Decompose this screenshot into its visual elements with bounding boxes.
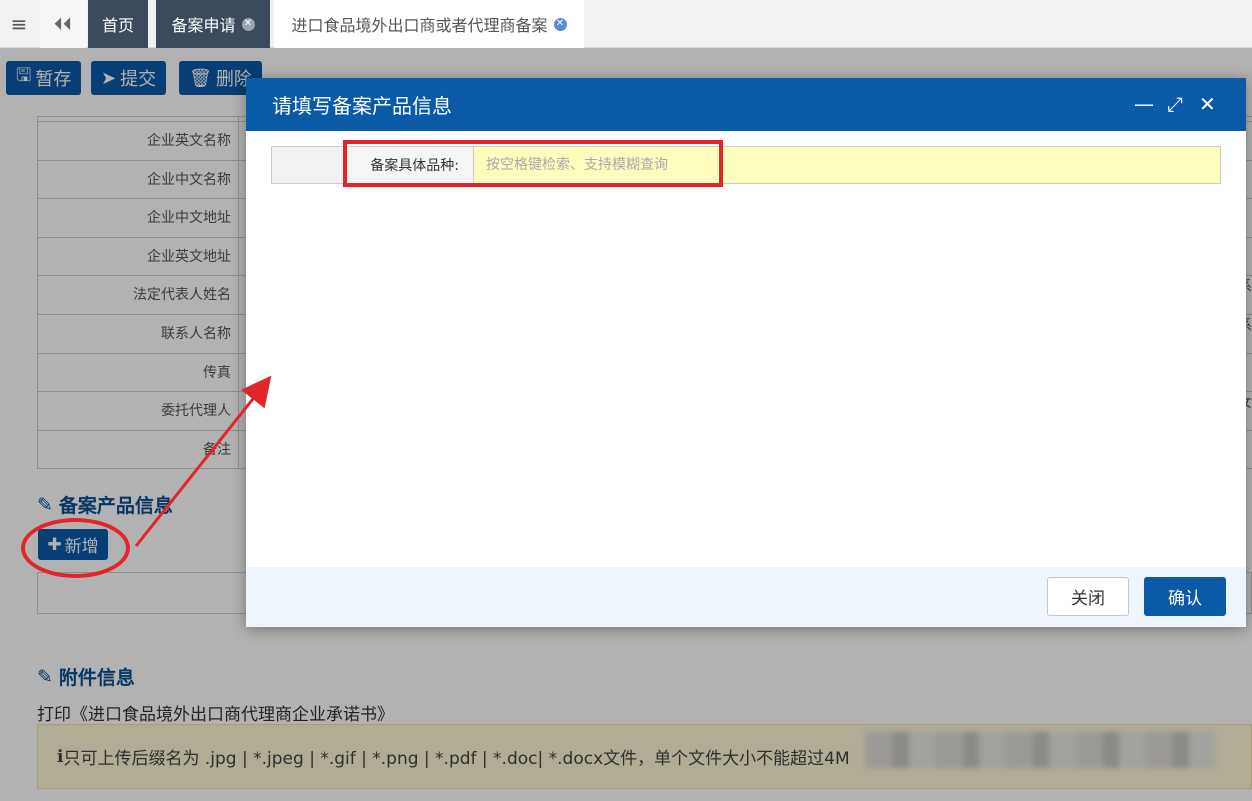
annotation-arrow <box>134 375 272 547</box>
